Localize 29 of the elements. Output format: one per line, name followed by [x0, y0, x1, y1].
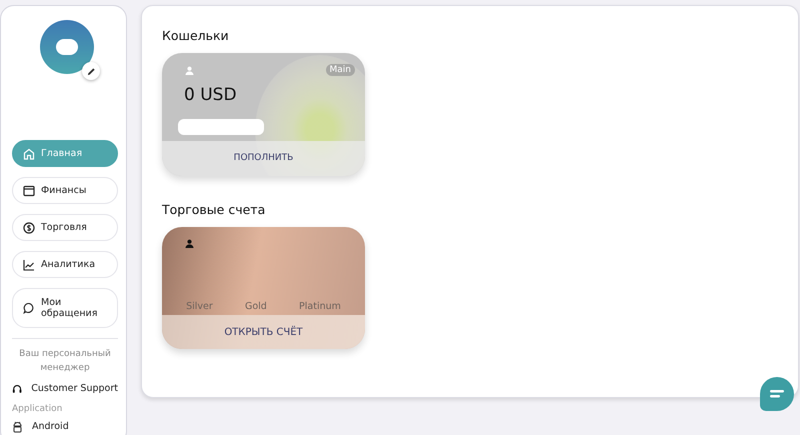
tier-label: Silver	[186, 300, 213, 312]
nav-item[interactable]: Торговля	[12, 214, 118, 241]
nav-item[interactable]: Мои обращения	[12, 288, 118, 328]
manager-label: Ваш персональный менеджер	[18, 348, 112, 376]
tier-label: Gold	[244, 300, 267, 312]
customer-support-link[interactable]: Customer Support	[31, 383, 118, 394]
main-badge: Main	[326, 64, 355, 76]
nav-item[interactable]: Финансы	[12, 177, 118, 204]
wallet-amount: 0 USD	[184, 85, 238, 105]
application-label: Application	[12, 404, 64, 414]
calendar-icon	[23, 184, 35, 196]
edit-avatar-button[interactable]	[82, 62, 100, 80]
user-icon	[185, 239, 194, 248]
dollar-icon	[23, 222, 35, 234]
home-icon	[23, 148, 35, 160]
chat-button[interactable]	[760, 377, 794, 411]
section-title: Кошельки	[162, 28, 229, 43]
tier-label: Platinum	[299, 300, 341, 312]
android-link[interactable]: Android	[32, 421, 69, 432]
avatar	[40, 20, 94, 74]
top-up-button[interactable]: ПОПОЛНИТЬ	[162, 140, 365, 176]
user-icon	[185, 66, 194, 74]
open-account-button[interactable]: ОТКРЫТЬ СЧЁТ	[162, 315, 365, 349]
section-title: Торговые счета	[162, 202, 266, 216]
android-icon	[12, 420, 23, 433]
chart-icon	[23, 258, 35, 270]
pencil-icon	[86, 66, 96, 76]
headset-icon	[12, 382, 22, 395]
nav-item[interactable]: Аналитика	[12, 251, 118, 278]
